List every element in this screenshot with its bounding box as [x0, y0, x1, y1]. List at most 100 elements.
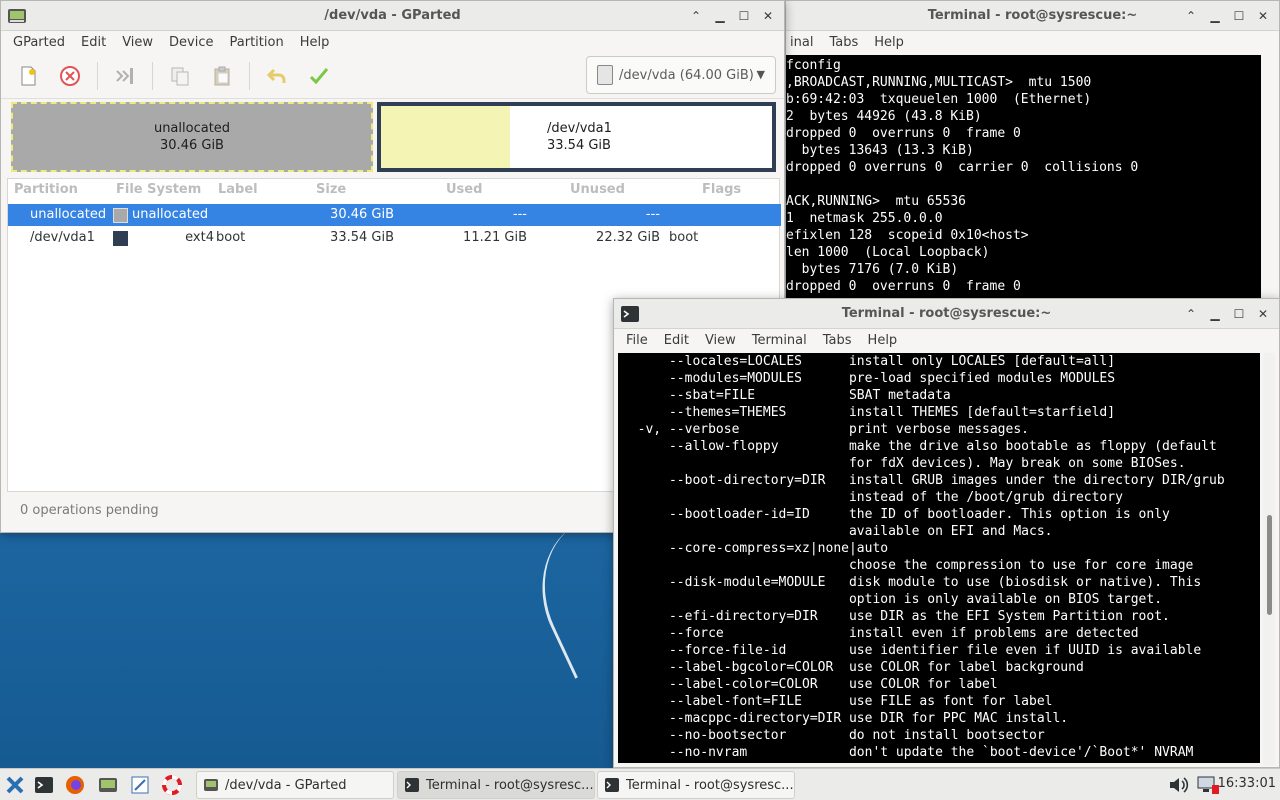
column-header-size[interactable]: Size [316, 182, 346, 197]
disk-map-unallocated[interactable]: unallocated 30.46 GiB [11, 102, 373, 172]
scrollbar-thumb[interactable] [1267, 515, 1272, 615]
titlebar[interactable]: Terminal - root@sysrescue:~ ⌃ ▁ ☐ ✕ [614, 299, 1279, 329]
clock[interactable]: 16:33:01 [1218, 776, 1276, 791]
network-icon[interactable] [1196, 775, 1220, 799]
column-header-partition[interactable]: Partition [14, 182, 78, 197]
apply-button[interactable] [304, 61, 334, 91]
minimize-button[interactable]: ▁ [1205, 7, 1225, 25]
terminal-line: --no-nvram don't update the `boot-device… [622, 745, 1194, 760]
disk-map-partition-vda1[interactable]: /dev/vda1 33.54 GiB [377, 102, 776, 172]
keep-above-icon[interactable]: ⌃ [1181, 305, 1201, 323]
terminal-line: fconfig [786, 58, 841, 73]
launch-editor-button[interactable] [129, 774, 151, 796]
menu-help[interactable]: Help [292, 35, 338, 50]
menu-terminal[interactable]: Terminal [744, 333, 815, 348]
column-header-unused[interactable]: Unused [570, 182, 625, 197]
keep-above-icon[interactable]: ⌃ [686, 7, 706, 25]
terminal-output[interactable]: --locales=LOCALES install only LOCALES [… [618, 353, 1260, 763]
terminal-line: --label-font=FILE use FILE as font for l… [622, 694, 1053, 709]
terminal-scrollbar[interactable] [1263, 353, 1275, 765]
terminal-line: dropped 0 overruns 0 frame 0 [786, 126, 1021, 141]
lifebuoy-icon [162, 775, 182, 795]
task-terminal-1[interactable]: Terminal - root@sysresc... [397, 771, 595, 799]
disk-map-unallocated-name: unallocated [153, 121, 231, 136]
menu-view[interactable]: View [697, 333, 744, 348]
menu-tabs[interactable]: Tabs [815, 333, 860, 348]
apply-icon [309, 67, 329, 84]
whisker-menu-button[interactable] [4, 774, 26, 796]
close-button[interactable]: ✕ [1253, 305, 1273, 323]
menu-edit[interactable]: Edit [73, 35, 114, 50]
resize-move-button[interactable] [110, 61, 140, 91]
maximize-button[interactable]: ☐ [1229, 305, 1249, 323]
menu-partition[interactable]: Partition [222, 35, 292, 50]
disk-map-partition-size: 33.54 GiB [547, 138, 611, 153]
new-partition-button[interactable] [13, 61, 43, 91]
terminal-line: dropped 0 overruns 0 frame 0 [786, 279, 1021, 294]
column-header-used[interactable]: Used [446, 182, 482, 197]
titlebar[interactable]: Terminal - root@sysrescue:~ ⌃ ▁ ☐ ✕ [786, 1, 1279, 31]
delete-partition-button[interactable] [55, 61, 85, 91]
terminal-line: --macppc-directory=DIR use DIR for PPC M… [622, 711, 1069, 726]
toolbar-separator [249, 61, 250, 90]
terminal-app-icon [621, 306, 639, 322]
terminal-line: -v, --verbose print verbose messages. [622, 422, 1029, 437]
gparted-app-icon [8, 9, 26, 23]
task-terminal-2[interactable]: Terminal - root@sysresc... [597, 771, 795, 799]
window-title: Terminal - root@sysrescue:~ [841, 306, 1052, 321]
table-row[interactable]: unallocated unallocated 30.46 GiB --- --… [8, 204, 781, 226]
cell-filesystem: unallocated [132, 207, 209, 222]
column-header-flags[interactable]: Flags [702, 182, 741, 197]
menu-view[interactable]: View [114, 35, 161, 50]
new-icon [21, 66, 36, 85]
harddisk-icon [597, 65, 613, 85]
menu-tabs[interactable]: Tabs [821, 35, 866, 50]
maximize-button[interactable]: ☐ [734, 7, 754, 25]
terminal-line: instead of the /boot/grub directory [622, 490, 1123, 505]
partition-used-bar [381, 106, 511, 168]
menu-terminal[interactable]: inal [786, 35, 821, 50]
volume-icon[interactable] [1168, 775, 1190, 799]
terminal-line: --bootloader-id=ID the ID of bootloader.… [622, 507, 1170, 522]
launch-terminal-button[interactable] [33, 774, 55, 796]
menu-help[interactable]: Help [866, 35, 912, 50]
launch-firefox-button[interactable] [64, 774, 86, 796]
titlebar[interactable]: /dev/vda - GParted ⌃ ▁ ☐ ✕ [1, 1, 784, 31]
copy-button[interactable] [165, 61, 195, 91]
undo-button[interactable] [262, 61, 292, 91]
terminal-line: 1 netmask 255.0.0.0 [786, 211, 943, 226]
paste-button[interactable] [207, 61, 237, 91]
menu-help[interactable]: Help [860, 333, 906, 348]
task-label: Terminal - root@sysresc... [626, 777, 794, 793]
close-button[interactable]: ✕ [1253, 7, 1273, 25]
undo-icon [266, 68, 286, 83]
terminal-line: ,BROADCAST,RUNNING,MULTICAST> mtu 1500 [786, 75, 1092, 90]
cell-filesystem: ext4 [185, 230, 214, 245]
device-selector[interactable]: /dev/vda (64.00 GiB) ▼ [586, 56, 776, 94]
menu-edit[interactable]: Edit [656, 333, 697, 348]
maximize-button[interactable]: ☐ [1229, 7, 1249, 25]
cell-flags: boot [669, 230, 699, 245]
minimize-button[interactable]: ▁ [710, 7, 730, 25]
terminal-output[interactable]: fconfig ,BROADCAST,RUNNING,MULTICAST> mtu… [786, 55, 1261, 299]
terminal-line: --modules=MODULES pre-load specified mod… [622, 371, 1116, 386]
table-row[interactable]: /dev/vda1 ext4 boot 33.54 GiB 11.21 GiB … [8, 227, 781, 249]
terminal-window-front[interactable]: Terminal - root@sysrescue:~ ⌃ ▁ ☐ ✕ File… [613, 298, 1280, 768]
minimize-button[interactable]: ▁ [1205, 305, 1225, 323]
column-header-label[interactable]: Label [218, 182, 258, 197]
column-header-filesystem[interactable]: File System [116, 182, 201, 197]
launch-help-button[interactable] [161, 774, 183, 796]
keep-above-icon[interactable]: ⌃ [1181, 7, 1201, 25]
terminal-line: efixlen 128 scopeid 0x10<host> [786, 228, 1029, 243]
close-button[interactable]: ✕ [758, 7, 778, 25]
menu-file[interactable]: File [618, 333, 656, 348]
menu-device[interactable]: Device [161, 35, 221, 50]
terminal-line: option is only available on BIOS target. [622, 592, 1163, 607]
task-gparted[interactable]: /dev/vda - GParted [196, 771, 394, 799]
launch-gparted-button[interactable] [97, 774, 119, 796]
chevron-down-icon: ▼ [756, 68, 765, 81]
fs-color-swatch [113, 208, 128, 223]
menu-gparted[interactable]: GParted [5, 35, 73, 50]
terminal-window-back[interactable]: Terminal - root@sysrescue:~ ⌃ ▁ ☐ ✕ inal… [785, 0, 1280, 300]
